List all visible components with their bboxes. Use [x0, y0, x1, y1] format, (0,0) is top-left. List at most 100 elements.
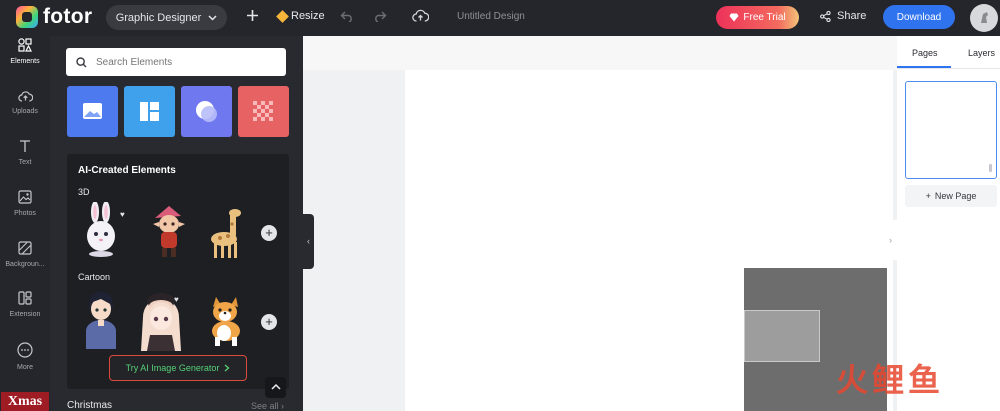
- user-avatar[interactable]: [970, 4, 998, 32]
- thumbnail-scrollbar[interactable]: [989, 164, 992, 172]
- scroll-to-top-button[interactable]: [265, 377, 286, 398]
- chevron-right-icon: ›: [889, 235, 892, 245]
- share-icon: [820, 10, 831, 22]
- rail-item-text[interactable]: Text: [0, 139, 50, 185]
- rail-label: Extension: [9, 311, 41, 318]
- image-icon: [83, 103, 102, 119]
- rail-item-extension[interactable]: Extension: [0, 291, 50, 337]
- resize-label: Resize: [291, 10, 325, 22]
- heart-icon[interactable]: ♥: [174, 295, 179, 304]
- chevron-down-icon: [208, 14, 217, 21]
- rail-label: Backgroun...: [5, 261, 45, 268]
- search-input[interactable]: [96, 56, 276, 68]
- rail-item-background[interactable]: Backgroun...: [0, 241, 50, 287]
- shapes-icon: [196, 101, 217, 122]
- bunny-3d-thumbnail[interactable]: [78, 201, 124, 258]
- minimap-viewport[interactable]: [744, 310, 820, 362]
- pattern-icon: [253, 101, 273, 121]
- tab-divider: [897, 68, 1000, 69]
- giraffe-3d-thumbnail[interactable]: [202, 206, 248, 262]
- upload-icon: [0, 89, 50, 107]
- free-trial-button[interactable]: Free Trial: [716, 6, 799, 29]
- chevron-left-icon: ‹: [307, 236, 310, 246]
- group-label-3d: 3D: [78, 187, 90, 197]
- rail-item-more[interactable]: More: [0, 342, 50, 388]
- add-3d-element-button[interactable]: +: [261, 225, 277, 241]
- rail-label: More: [17, 364, 33, 371]
- extension-icon: [0, 291, 50, 310]
- background-icon: [0, 241, 50, 260]
- category-shapes-tile[interactable]: [181, 86, 232, 137]
- resize-button[interactable]: Resize: [276, 9, 325, 23]
- corgi-cartoon-thumbnail[interactable]: [202, 295, 248, 351]
- tool-rail: Elements Uploads Text Photos Backgroun..…: [0, 36, 50, 411]
- pages-panel: Pages Layers + New Page: [897, 36, 1000, 411]
- elements-icon: [0, 38, 50, 57]
- chevron-right-icon: [224, 364, 230, 372]
- watermark-char: 鱼: [908, 361, 941, 399]
- rail-label: Uploads: [12, 108, 38, 115]
- watermark-logo: 火 鲤 鱼: [836, 360, 940, 400]
- search-icon: [76, 56, 87, 67]
- xmas-badge[interactable]: Xmas: [1, 392, 49, 411]
- rail-label: Photos: [14, 210, 36, 217]
- download-button[interactable]: Download: [883, 5, 955, 29]
- heart-icon[interactable]: ♥: [120, 210, 125, 219]
- layout-icon: [140, 102, 159, 121]
- category-image-tile[interactable]: [67, 86, 118, 137]
- gem-icon: [729, 13, 739, 22]
- text-icon: [0, 139, 50, 158]
- watermark-char: 鲤: [872, 361, 905, 399]
- rail-item-elements[interactable]: Elements: [0, 38, 50, 84]
- designer-select[interactable]: Graphic Designer: [106, 5, 227, 30]
- redo-icon[interactable]: [373, 8, 387, 28]
- rail-label: Elements: [10, 58, 40, 65]
- rail-item-uploads[interactable]: Uploads: [0, 89, 50, 135]
- fotor-logo-mark: [16, 6, 38, 28]
- download-label: Download: [896, 11, 942, 23]
- fotor-logo[interactable]: fotor: [16, 5, 92, 29]
- category-layout-tile[interactable]: [124, 86, 175, 137]
- undo-icon[interactable]: [340, 8, 354, 28]
- ai-section-title: AI-Created Elements: [78, 165, 176, 176]
- ai-created-elements-card: AI-Created Elements 3D ♥ + Cartoon ♥ + T…: [67, 154, 289, 389]
- chevron-right-icon: ›: [281, 401, 285, 411]
- elf-3d-thumbnail[interactable]: [145, 204, 191, 260]
- share-label: Share: [837, 10, 867, 22]
- top-bar: fotor Graphic Designer Resize Untitled D…: [0, 0, 1000, 36]
- premium-diamond-icon: [276, 9, 289, 23]
- christmas-section-title: Christmas: [67, 400, 113, 411]
- tab-pages[interactable]: Pages: [912, 48, 938, 58]
- logo-text: fotor: [43, 5, 93, 28]
- add-icon[interactable]: [246, 8, 259, 28]
- boy-cartoon-thumbnail[interactable]: [78, 287, 124, 351]
- plus-icon: +: [925, 191, 931, 201]
- chevron-up-icon: [270, 383, 281, 390]
- category-pattern-tile[interactable]: [238, 86, 289, 137]
- search-box[interactable]: [66, 48, 286, 76]
- design-title[interactable]: Untitled Design: [457, 11, 525, 22]
- add-cartoon-element-button[interactable]: +: [261, 314, 277, 330]
- new-page-button[interactable]: + New Page: [905, 185, 997, 207]
- new-page-label: New Page: [934, 191, 977, 201]
- watermark-char: 火: [836, 361, 869, 399]
- page-thumbnail[interactable]: [905, 81, 997, 179]
- rail-item-photos[interactable]: Photos: [0, 190, 50, 236]
- avatar-bird-icon: [981, 12, 988, 23]
- free-trial-label: Free Trial: [743, 12, 786, 23]
- tab-layers[interactable]: Layers: [968, 48, 995, 58]
- girl-cartoon-thumbnail[interactable]: [135, 291, 187, 353]
- designer-select-label: Graphic Designer: [115, 11, 202, 24]
- elements-panel: AI-Created Elements 3D ♥ + Cartoon ♥ + T…: [50, 36, 303, 411]
- expand-right-panel-button[interactable]: ›: [884, 220, 897, 260]
- canvas-toolbar: [303, 36, 897, 70]
- more-icon: [0, 342, 50, 363]
- cloud-save-icon[interactable]: [412, 8, 430, 28]
- rail-label: Text: [18, 159, 32, 166]
- share-button[interactable]: Share: [820, 10, 866, 22]
- try-ai-label: Try AI Image Generator: [125, 363, 220, 373]
- collapse-panel-button[interactable]: ‹: [303, 214, 314, 269]
- try-ai-image-generator-button[interactable]: Try AI Image Generator: [109, 355, 247, 381]
- group-label-cartoon: Cartoon: [78, 272, 111, 282]
- see-all-link[interactable]: See all ›: [251, 401, 284, 411]
